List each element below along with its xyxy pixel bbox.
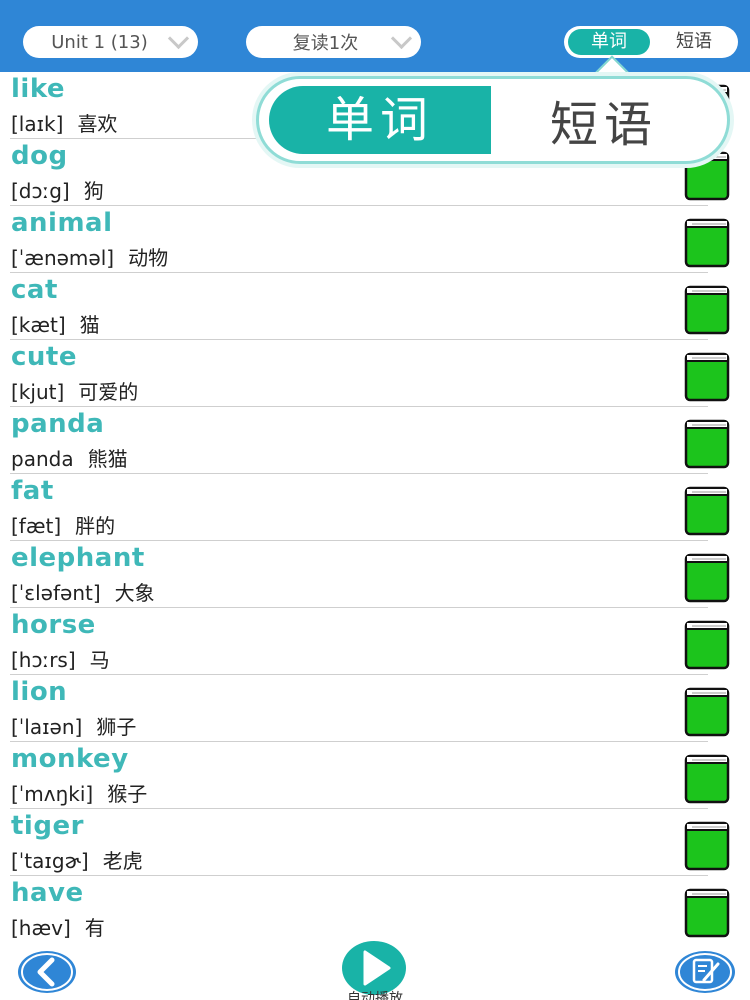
book-icon[interactable]	[684, 888, 730, 938]
meaning-text: 熊猫	[87, 447, 128, 471]
word-details: [hɔːrs] 马	[11, 644, 110, 673]
phonetic-text: [ˈɛləfənt]	[11, 581, 101, 605]
book-icon[interactable]	[684, 285, 730, 335]
chevron-down-icon	[162, 26, 198, 58]
word-text: panda	[11, 409, 105, 439]
word-text: like	[11, 74, 66, 104]
word-row[interactable]: horse [hɔːrs] 马	[0, 608, 750, 675]
phonetic-text: [ˈtaɪgɚ]	[11, 849, 89, 873]
word-details: [ˈmʌŋki] 猴子	[11, 778, 147, 807]
phonetic-text: [hæv]	[11, 916, 71, 940]
word-row[interactable]: panda panda 熊猫	[0, 407, 750, 474]
phonetic-text: [hɔːrs]	[11, 648, 76, 672]
auto-play-caption: 自动播放	[347, 991, 403, 1000]
phonetic-text: [ˈmʌŋki]	[11, 782, 94, 806]
word-row[interactable]: fat [fæt] 胖的	[0, 474, 750, 541]
word-row[interactable]: tiger [ˈtaɪgɚ] 老虎	[0, 809, 750, 876]
word-details: [ˈtaɪgɚ] 老虎	[11, 845, 143, 874]
word-text: horse	[11, 610, 96, 640]
word-text: animal	[11, 208, 113, 238]
book-icon[interactable]	[684, 553, 730, 603]
meaning-text: 猫	[79, 313, 100, 337]
word-details: [ˈlaɪən] 狮子	[11, 711, 136, 740]
zoom-popup: 单词 短语	[256, 76, 730, 164]
repeat-select-label: 复读1次	[292, 33, 359, 54]
book-icon[interactable]	[684, 754, 730, 804]
meaning-text: 老虎	[102, 849, 143, 873]
word-details: [kjut] 可爱的	[11, 376, 138, 405]
word-text: dog	[11, 141, 68, 171]
meaning-text: 狮子	[96, 715, 137, 739]
meaning-text: 猴子	[107, 782, 148, 806]
word-row[interactable]: elephant [ˈɛləfənt] 大象	[0, 541, 750, 608]
word-text: lion	[11, 677, 68, 707]
word-details: [ˈænəməl] 动物	[11, 242, 168, 271]
book-icon[interactable]	[684, 620, 730, 670]
word-text: fat	[11, 476, 54, 506]
top-bar: Unit 1 (13) 复读1次 单词 短语	[0, 0, 750, 72]
word-row[interactable]: monkey [ˈmʌŋki] 猴子	[0, 742, 750, 809]
word-text: elephant	[11, 543, 145, 573]
meaning-text: 大象	[114, 581, 155, 605]
phonetic-text: panda	[11, 447, 74, 471]
word-text: cute	[11, 342, 77, 372]
word-text: cat	[11, 275, 58, 305]
word-text: monkey	[11, 744, 129, 774]
phonetic-text: [dɔːg]	[11, 179, 70, 203]
word-details: [dɔːg] 狗	[11, 175, 104, 204]
word-details: [hæv] 有	[11, 912, 105, 941]
phonetic-text: [laɪk]	[11, 112, 64, 136]
unit-select-label: Unit 1 (13)	[51, 31, 148, 53]
word-details: [fæt] 胖的	[11, 510, 115, 539]
zoom-popup-active: 单词	[269, 86, 491, 154]
back-button[interactable]	[17, 950, 77, 994]
phonetic-text: [kæt]	[11, 313, 66, 337]
word-row[interactable]: cat [kæt] 猫	[0, 273, 750, 340]
book-icon[interactable]	[684, 352, 730, 402]
word-text: have	[11, 878, 84, 908]
word-details: [ˈɛləfənt] 大象	[11, 577, 155, 606]
edit-notes-button[interactable]	[674, 950, 736, 994]
repeat-select[interactable]: 复读1次	[246, 26, 421, 58]
word-row[interactable]: have [hæv] 有	[0, 876, 750, 943]
word-details: [kæt] 猫	[11, 309, 100, 338]
phonetic-text: [ˈlaɪən]	[11, 715, 83, 739]
book-icon[interactable]	[684, 218, 730, 268]
meaning-text: 马	[89, 648, 110, 672]
meaning-text: 动物	[128, 246, 169, 270]
word-details: panda 熊猫	[11, 443, 128, 472]
meaning-text: 狗	[83, 179, 104, 203]
phonetic-text: [ˈænəməl]	[11, 246, 115, 270]
unit-select[interactable]: Unit 1 (13)	[23, 26, 198, 58]
book-icon[interactable]	[684, 687, 730, 737]
book-icon[interactable]	[684, 486, 730, 536]
word-phrase-toggle: 单词 短语	[564, 26, 738, 58]
book-icon[interactable]	[684, 419, 730, 469]
meaning-text: 胖的	[75, 514, 116, 538]
word-details: [laɪk] 喜欢	[11, 108, 117, 137]
edit-note-icon	[675, 951, 735, 993]
word-text: tiger	[11, 811, 84, 841]
back-arrow-icon	[18, 951, 76, 993]
word-row[interactable]: animal [ˈænəməl] 动物	[0, 206, 750, 273]
word-row[interactable]: cute [kjut] 可爱的	[0, 340, 750, 407]
phonetic-text: [fæt]	[11, 514, 62, 538]
meaning-text: 可爱的	[78, 380, 139, 404]
phonetic-text: [kjut]	[11, 380, 65, 404]
zoom-popup-inactive: 短语	[549, 97, 658, 153]
book-icon[interactable]	[684, 821, 730, 871]
tab-phrases[interactable]: 短语	[650, 26, 738, 58]
chevron-down-icon	[385, 26, 421, 58]
word-row[interactable]: lion [ˈlaɪən] 狮子	[0, 675, 750, 742]
tab-words[interactable]: 单词	[568, 29, 650, 55]
meaning-text: 喜欢	[77, 112, 118, 136]
meaning-text: 有	[84, 916, 105, 940]
